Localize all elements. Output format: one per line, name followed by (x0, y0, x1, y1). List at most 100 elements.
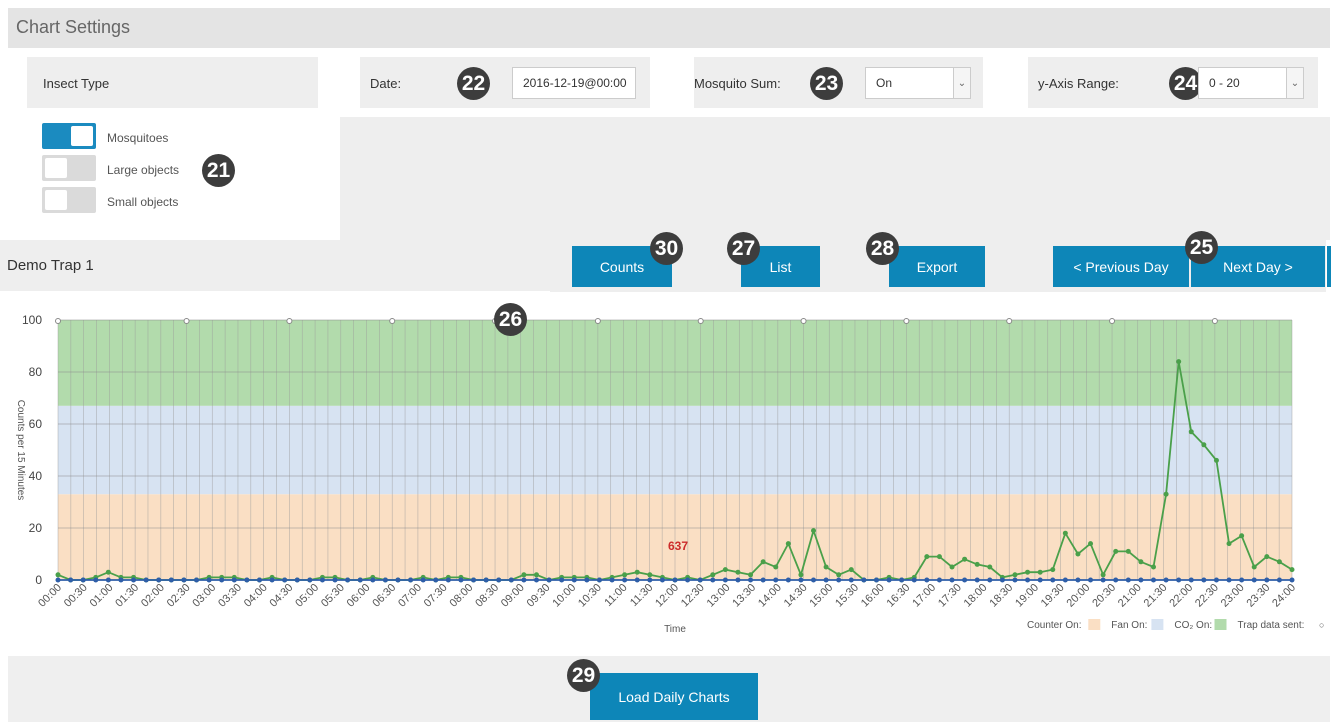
trap-data-sent-marker (903, 318, 910, 324)
x-tick-label: 06:00 (345, 582, 373, 610)
series-point-1 (811, 577, 817, 583)
series-point-1 (974, 577, 980, 583)
legend-marker-3: ○ (1319, 620, 1324, 630)
series-point-1 (1251, 577, 1257, 583)
series-point-0 (924, 554, 930, 560)
series-point-0 (1025, 569, 1031, 575)
series-point-1 (571, 577, 577, 583)
series-point-1 (80, 577, 86, 583)
series-point-1 (1289, 577, 1295, 583)
series-point-0 (962, 556, 968, 562)
x-tick-label: 04:00 (242, 582, 270, 610)
series-point-1 (458, 577, 464, 583)
date-input-value: 2016-12-19@00:00 (523, 76, 627, 90)
series-point-0 (634, 569, 640, 575)
y-tick-label: 80 (29, 365, 43, 379)
series-point-0 (748, 572, 754, 578)
series-point-1 (357, 577, 363, 583)
callout-badge-30: 30 (650, 232, 683, 265)
series-point-1 (1100, 577, 1106, 583)
series-point-0 (1062, 530, 1068, 536)
series-point-1 (1113, 577, 1119, 583)
x-tick-label: 08:00 (448, 582, 476, 610)
series-point-1 (1075, 577, 1081, 583)
insect-type-panel: Insect Type (27, 57, 318, 108)
series-point-0 (533, 572, 539, 578)
series-point-1 (647, 577, 653, 583)
series-point-0 (1150, 564, 1156, 570)
toggle-large-objects[interactable] (42, 155, 96, 181)
series-point-1 (1125, 577, 1131, 583)
series-point-0 (811, 528, 817, 534)
previous-day-button[interactable]: < Previous Day (1053, 246, 1189, 287)
x-tick-label: 14:30 (782, 582, 810, 610)
mosquito-sum-select[interactable]: On ⌄ (865, 67, 971, 99)
series-point-0 (1050, 567, 1056, 573)
trap-data-sent-marker (389, 318, 396, 324)
series-point-1 (445, 577, 451, 583)
series-point-1 (672, 577, 678, 583)
trap-data-sent-marker (1109, 318, 1116, 324)
series-point-0 (647, 572, 653, 578)
y-axis-label: Counts per 15 Minutes (15, 400, 26, 501)
series-point-1 (55, 577, 61, 583)
series-point-0 (105, 569, 111, 575)
series-point-1 (609, 577, 615, 583)
series-point-1 (697, 577, 703, 583)
series-point-1 (370, 577, 376, 583)
series-point-1 (622, 577, 628, 583)
series-point-1 (231, 577, 237, 583)
chevron-down-icon: ⌄ (953, 68, 970, 98)
series-point-0 (936, 554, 942, 560)
next-day-button-label: Next Day > (1223, 258, 1293, 275)
series-point-0 (1188, 429, 1194, 435)
series-point-1 (244, 577, 250, 583)
series-point-0 (521, 572, 527, 578)
series-point-1 (748, 577, 754, 583)
counts-chart: 020406080100Counts per 15 Minutes00:0000… (15, 313, 1324, 635)
legend-label-2: CO₂ On: (1174, 620, 1212, 631)
trap-title: Demo Trap 1 (7, 257, 94, 274)
toggle-mosquitoes[interactable] (42, 123, 96, 149)
toggle-small-objects[interactable] (42, 187, 96, 213)
series-point-0 (848, 567, 854, 573)
series-point-0 (735, 569, 741, 575)
x-tick-label: 07:30 (422, 582, 450, 610)
series-point-1 (219, 577, 225, 583)
x-tick-label: 15:30 (833, 582, 861, 610)
export-button[interactable]: Export (889, 246, 985, 287)
series-point-1 (319, 577, 325, 583)
series-point-1 (1264, 577, 1270, 583)
series-point-0 (1289, 567, 1295, 573)
series-point-1 (282, 577, 288, 583)
load-daily-charts-button[interactable]: Load Daily Charts (590, 673, 758, 720)
x-tick-label: 20:00 (1065, 582, 1093, 610)
callout-badge-27: 27 (727, 232, 760, 265)
series-point-1 (1188, 577, 1194, 583)
mosquito-sum-value: On (876, 76, 893, 90)
x-tick-label: 01:00 (88, 582, 116, 610)
trap-data-sent-marker (594, 318, 601, 324)
series-point-1 (1201, 577, 1207, 583)
toggle-label-mosquitoes: Mosquitoes (107, 131, 169, 145)
series-point-1 (634, 577, 640, 583)
date-input[interactable]: 2016-12-19@00:00 (512, 67, 636, 99)
series-point-1 (1138, 577, 1144, 583)
series-point-1 (848, 577, 854, 583)
series-point-1 (936, 577, 942, 583)
series-point-1 (760, 577, 766, 583)
series-point-1 (924, 577, 930, 583)
x-tick-label: 23:30 (1244, 582, 1272, 610)
series-point-0 (1251, 564, 1257, 570)
callout-badge-22: 22 (457, 67, 490, 100)
x-tick-label: 12:30 (679, 582, 707, 610)
series-point-0 (710, 572, 716, 578)
y-tick-label: 100 (22, 313, 42, 327)
series-point-1 (131, 577, 137, 583)
x-tick-label: 01:30 (113, 582, 141, 610)
series-point-1 (987, 577, 993, 583)
series-point-1 (105, 577, 111, 583)
y-axis-range-select[interactable]: 0 - 20 ⌄ (1198, 67, 1304, 99)
export-button-label: Export (916, 258, 958, 275)
series-point-0 (798, 572, 804, 578)
